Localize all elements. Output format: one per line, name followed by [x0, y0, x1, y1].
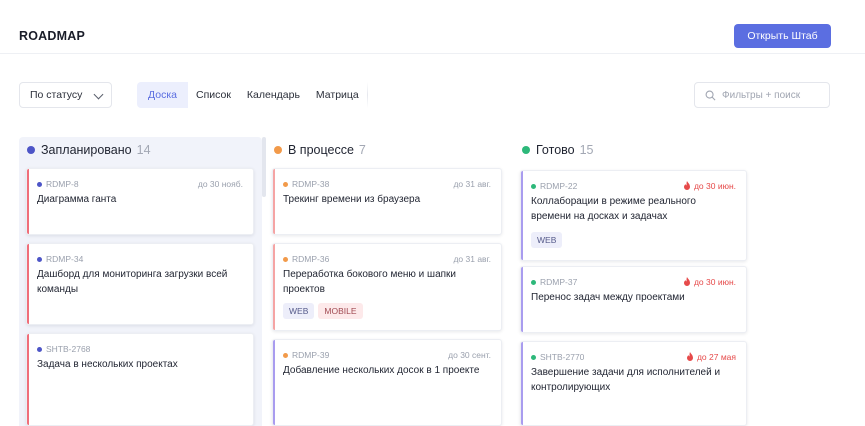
card-status-bar — [521, 342, 523, 425]
search-input[interactable]: Фильтры + поиск — [694, 82, 830, 108]
tag-web[interactable]: WEB — [531, 232, 563, 248]
column-header: Готово 15 — [522, 143, 594, 157]
task-id: RDMP-38 — [283, 179, 329, 189]
card-status-bar — [273, 340, 275, 425]
task-due-date: до 30 июн. — [683, 277, 736, 287]
tab-matrix[interactable]: Матрица — [308, 82, 367, 108]
card-status-bar — [273, 244, 275, 330]
card-status-bar — [273, 169, 275, 234]
view-switcher: Доска Список Календарь Матрица — [137, 82, 368, 108]
tab-list[interactable]: Список — [188, 82, 239, 108]
task-id: RDMP-34 — [37, 254, 83, 264]
task-card[interactable]: RDMP-39 до 30 сент. Добавление нескольки… — [272, 339, 502, 426]
task-id: RDMP-36 — [283, 254, 329, 264]
task-id: RDMP-37 — [531, 277, 577, 287]
task-id: RDMP-8 — [37, 179, 79, 189]
tab-board[interactable]: Доска — [137, 82, 188, 108]
tag-mobile[interactable]: MOBILE — [318, 303, 363, 319]
task-card[interactable]: RDMP-37 до 30 июн. Перенос задач между п… — [520, 266, 747, 333]
task-title: Диаграмма ганта — [37, 194, 117, 205]
task-due-date: до 31 авг. — [453, 179, 491, 189]
tag-list: WEB — [531, 232, 563, 248]
task-title: Дашборд для мониторинга загрузки всей ко… — [37, 269, 228, 295]
column-in-progress: В процессе 7 RDMP-38 до 31 авг. Трекинг … — [266, 137, 502, 426]
status-dot — [274, 146, 282, 154]
task-due-date: до 30 сент. — [448, 350, 491, 360]
task-title: Переработка бокового меню и шапки проект… — [283, 269, 457, 295]
column-header: Запланировано 14 — [27, 143, 151, 157]
task-due-date: до 30 июн. — [683, 181, 736, 191]
fire-icon — [686, 352, 693, 361]
task-due-date: до 27 мая — [686, 352, 736, 362]
tab-calendar[interactable]: Календарь — [239, 82, 308, 108]
chevron-down-icon — [93, 89, 104, 100]
task-due-date: до 30 нояб. — [197, 179, 243, 189]
board-toolbar: По статусу Доска Список Календарь Матриц… — [0, 80, 865, 110]
task-card[interactable]: SHTB-2768 Задача в нескольких проектах — [26, 333, 254, 426]
task-card[interactable]: RDMP-36 до 31 авг. Переработка бокового … — [272, 243, 502, 331]
task-id: SHTB-2768 — [37, 344, 90, 354]
group-by-select[interactable]: По статусу — [19, 82, 112, 108]
task-title: Добавление нескольких досок в 1 проекте — [283, 365, 480, 376]
task-card[interactable]: SHTB-2770 до 27 мая Завершение задачи дл… — [520, 341, 747, 426]
column-planned: Запланировано 14 RDMP-8 до 30 нояб. Диаг… — [19, 137, 262, 426]
fire-icon — [683, 181, 690, 190]
status-dot — [522, 146, 530, 154]
column-header: В процессе 7 — [274, 143, 366, 157]
column-title: В процессе — [288, 143, 354, 157]
search-icon — [705, 90, 716, 100]
column-count: 14 — [136, 143, 151, 157]
open-hq-button[interactable]: Открыть Штаб — [734, 24, 831, 48]
task-title: Перенос задач между проектами — [531, 292, 685, 303]
status-dot — [27, 146, 35, 154]
tag-list: WEB MOBILE — [283, 303, 363, 319]
search-placeholder: Фильтры + поиск — [722, 89, 801, 101]
task-title: Завершение задачи для исполнителей и кон… — [531, 367, 721, 393]
page-title: ROADMAP — [19, 29, 85, 43]
view-switcher-edge — [366, 82, 368, 108]
task-card[interactable]: RDMP-38 до 31 авг. Трекинг времени из бр… — [272, 168, 502, 235]
task-id: RDMP-22 — [531, 181, 577, 191]
app-header: ROADMAP Открыть Штаб — [0, 0, 865, 54]
task-title: Задача в нескольких проектах — [37, 359, 178, 370]
column-count: 15 — [579, 143, 594, 157]
column-title: Готово — [536, 143, 575, 157]
task-card[interactable]: RDMP-34 Дашборд для мониторинга загрузки… — [26, 243, 254, 325]
column-done: Готово 15 RDMP-22 до 30 июн. Коллабораци… — [514, 137, 754, 426]
task-title: Коллаборации в режиме реального времени … — [531, 196, 696, 222]
card-status-bar — [27, 244, 29, 324]
card-status-bar — [521, 171, 523, 260]
task-due-date: до 31 авг. — [453, 254, 491, 264]
group-by-value: По статусу — [30, 89, 83, 101]
task-card[interactable]: RDMP-8 до 30 нояб. Диаграмма ганта — [26, 168, 254, 235]
task-id: RDMP-39 — [283, 350, 329, 360]
tag-web[interactable]: WEB — [283, 303, 315, 319]
fire-icon — [683, 277, 690, 286]
column-title: Запланировано — [41, 143, 132, 157]
task-id: SHTB-2770 — [531, 352, 584, 362]
card-status-bar — [521, 267, 523, 332]
task-card[interactable]: RDMP-22 до 30 июн. Коллаборации в режиме… — [520, 170, 747, 261]
card-status-bar — [27, 334, 29, 425]
task-title: Трекинг времени из браузера — [283, 194, 421, 205]
column-count: 7 — [358, 143, 366, 157]
card-status-bar — [27, 169, 29, 234]
